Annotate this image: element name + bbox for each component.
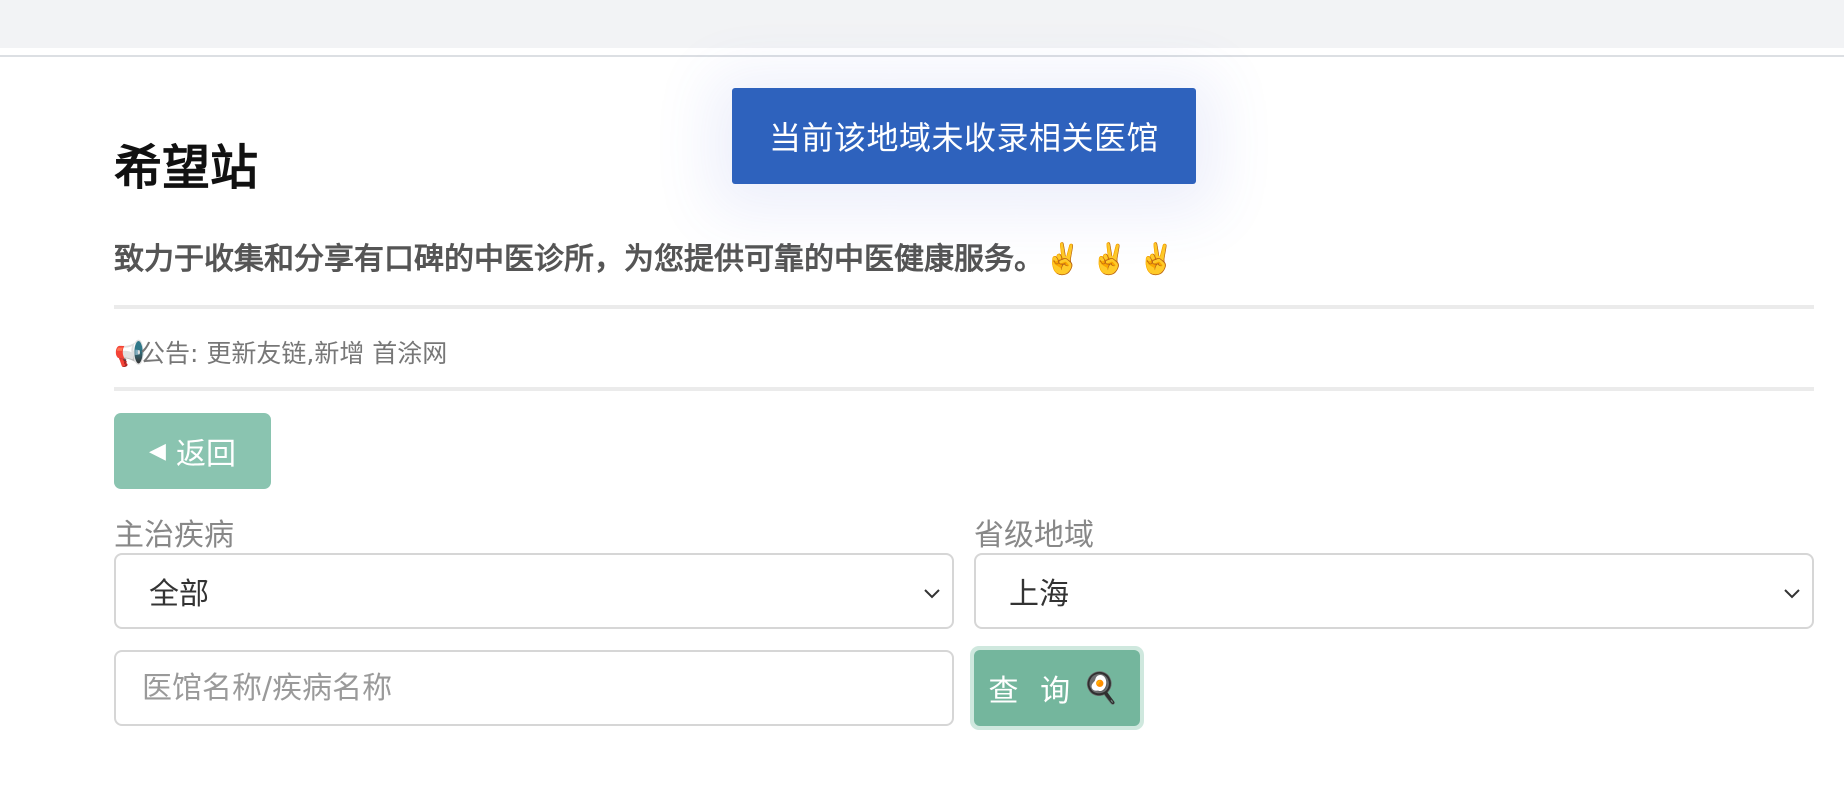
disease-filter-label: 主治疾病 xyxy=(114,518,234,553)
frying-pan-icon: 🍳 xyxy=(1082,670,1126,706)
back-arrow-icon: ◀ xyxy=(149,438,166,464)
site-title: 希望站 xyxy=(114,140,259,196)
top-bar xyxy=(0,0,1844,48)
disease-select-value: 全部 xyxy=(149,577,209,612)
subtitle-text: 致力于收集和分享有口碑的中医诊所，为您提供可靠的中医健康服务。 xyxy=(114,242,1044,277)
announcement: 📢公告: 更新友链,新增 首涂网 xyxy=(114,334,447,370)
divider xyxy=(114,387,1814,391)
site-subtitle: 致力于收集和分享有口碑的中医诊所，为您提供可靠的中医健康服务。✌️ ✌️ ✌️ xyxy=(114,234,1175,278)
chevron-down-icon xyxy=(1784,589,1800,599)
query-button[interactable]: 查 询 🍳 xyxy=(970,646,1144,730)
divider xyxy=(114,305,1814,309)
toast-message: 当前该地域未收录相关医馆 xyxy=(732,88,1196,184)
disease-select[interactable]: 全部 xyxy=(114,553,954,629)
province-select[interactable]: 上海 xyxy=(974,553,1814,629)
back-button[interactable]: ◀ 返回 xyxy=(114,413,271,489)
province-select-value: 上海 xyxy=(1009,577,1069,612)
search-input[interactable] xyxy=(114,650,954,726)
top-bar-divider xyxy=(0,55,1844,57)
victory-hand-icons: ✌️ ✌️ ✌️ xyxy=(1044,242,1176,277)
query-button-label: 查 询 xyxy=(988,674,1077,709)
back-button-label: 返回 xyxy=(175,437,236,472)
query-button-body[interactable]: 查 询 🍳 xyxy=(974,650,1140,726)
megaphone-icon: 📢 xyxy=(114,339,146,368)
province-filter-label: 省级地域 xyxy=(974,518,1094,553)
announcement-text: 公告: 更新友链,新增 首涂网 xyxy=(140,339,448,368)
chevron-down-icon xyxy=(924,589,940,599)
